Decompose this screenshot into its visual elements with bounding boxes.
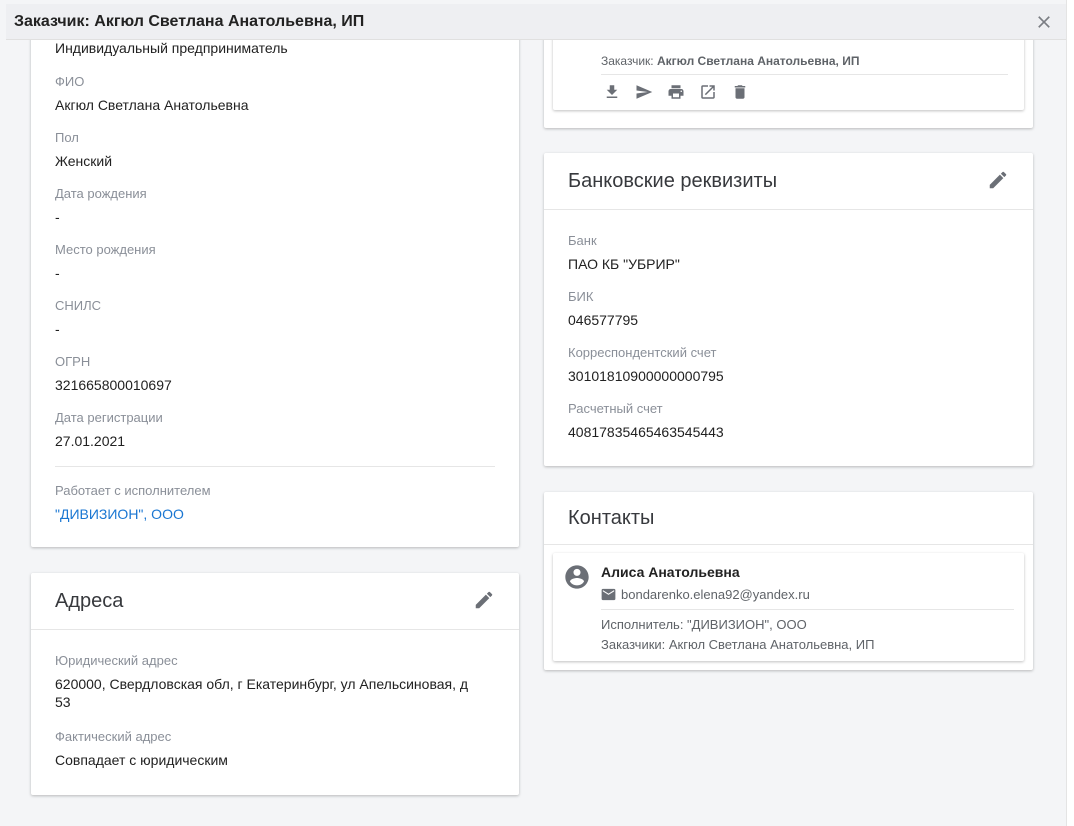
field-label: Дата регистрации	[55, 410, 163, 426]
field-label: СНИЛС	[55, 298, 101, 314]
dialog-title: Заказчик: Акгюл Светлана Анатольевна, ИП	[14, 13, 364, 31]
entity-type-value: Индивидуальный предприниматель	[55, 40, 288, 56]
field-label: Юридический адрес	[55, 653, 468, 669]
field-fio: ФИО Акгюл Светлана Анатольевна	[55, 74, 248, 114]
document-customer-name: Акгюл Светлана Анатольевна, ИП	[657, 54, 859, 68]
edit-bank-details-icon[interactable]	[987, 169, 1009, 191]
field-value: 27.01.2021	[55, 432, 163, 450]
card-header: Банковские реквизиты	[544, 153, 1033, 210]
card-header: Контакты	[544, 492, 1033, 545]
contacts-card: Контакты Алиса Анатольевна bondarenko.el…	[544, 492, 1033, 670]
field-label: ОГРН	[55, 354, 172, 370]
field-value: ПАО КБ "УБРИР"	[568, 255, 680, 273]
field-snils: СНИЛС -	[55, 298, 101, 338]
field-value: 30101810900000000795	[568, 367, 724, 385]
field-ogrn: ОГРН 321665800010697	[55, 354, 172, 394]
field-works-with: Работает с исполнителем "ДИВИЗИОН", ООО	[55, 483, 211, 523]
field-value: -	[55, 208, 147, 226]
document-customer: Заказчик: Акгюл Светлана Анатольевна, ИП	[601, 54, 859, 68]
divider	[601, 74, 1008, 75]
field-value: Акгюл Светлана Анатольевна	[55, 96, 248, 114]
field-birth-place: Место рождения -	[55, 242, 156, 282]
divider	[55, 466, 495, 467]
download-icon[interactable]	[603, 83, 621, 101]
field-label: ФИО	[55, 74, 248, 90]
field-label: Работает с исполнителем	[55, 483, 211, 499]
field-legal-address: Юридический адрес 620000, Свердловская о…	[55, 653, 468, 711]
scrollbar[interactable]	[1066, 0, 1074, 826]
field-value: -	[55, 320, 101, 338]
divider	[601, 609, 1014, 610]
addresses-card: Адреса Юридический адрес 620000, Свердло…	[31, 573, 519, 795]
contact-customers: Заказчики: Акгюл Светлана Анатольевна, И…	[601, 637, 874, 652]
field-value: 620000, Свердловская обл, г Екатеринбург…	[55, 675, 468, 693]
field-registration-date: Дата регистрации 27.01.2021	[55, 410, 163, 450]
dialog-titlebar: Заказчик: Акгюл Светлана Анатольевна, ИП	[6, 4, 1066, 40]
document-customer-label: Заказчик:	[601, 54, 654, 68]
addresses-title: Адреса	[55, 590, 123, 613]
print-icon[interactable]	[667, 83, 685, 101]
field-value: 40817835465463545443	[568, 423, 724, 441]
field-birth-date: Дата рождения -	[55, 186, 147, 226]
account-circle-icon	[563, 563, 591, 591]
field-label: Пол	[55, 130, 112, 146]
delete-icon[interactable]	[731, 83, 749, 101]
field-actual-address: Фактический адрес Совпадает с юридически…	[55, 729, 228, 769]
executor-link[interactable]: "ДИВИЗИОН", ООО	[55, 505, 211, 523]
field-value: 321665800010697	[55, 376, 172, 394]
field-gender: Пол Женский	[55, 130, 112, 170]
field-label: БИК	[568, 289, 638, 305]
email-icon	[601, 588, 616, 601]
individual-info-card: Индивидуальный предприниматель ФИО Акгюл…	[31, 10, 519, 547]
contact-executor: Исполнитель: "ДИВИЗИОН", ООО	[601, 617, 807, 632]
contact-name: Алиса Анатольевна	[601, 564, 740, 580]
edit-addresses-icon[interactable]	[473, 589, 495, 611]
field-settlement-account: Расчетный счет 40817835465463545443	[568, 401, 724, 441]
field-label: Место рождения	[55, 242, 156, 258]
field-value: 046577795	[568, 311, 638, 329]
close-icon[interactable]	[1034, 12, 1054, 32]
field-label: Дата рождения	[55, 186, 147, 202]
field-label: Фактический адрес	[55, 729, 228, 745]
bank-details-card: Банковские реквизиты Банк ПАО КБ "УБРИР"…	[544, 153, 1033, 466]
field-corr-account: Корреспондентский счет 30101810900000000…	[568, 345, 724, 385]
field-value-continued: 53	[55, 693, 468, 711]
field-value: Женский	[55, 152, 112, 170]
bank-details-title: Банковские реквизиты	[568, 170, 777, 193]
field-label: Расчетный счет	[568, 401, 724, 417]
contact-email[interactable]: bondarenko.elena92@yandex.ru	[621, 587, 810, 602]
field-value: -	[55, 264, 156, 282]
field-label: Корреспондентский счет	[568, 345, 724, 361]
customer-dialog: Индивидуальный предприниматель ФИО Акгюл…	[0, 0, 1066, 826]
contact-item[interactable]: Алиса Анатольевна bondarenko.elena92@yan…	[553, 553, 1024, 661]
field-value: Совпадает с юридическим	[55, 751, 228, 769]
field-label: Банк	[568, 233, 680, 249]
contacts-title: Контакты	[568, 507, 654, 530]
send-icon[interactable]	[635, 83, 653, 101]
open-external-icon[interactable]	[699, 83, 717, 101]
field-bik: БИК 046577795	[568, 289, 638, 329]
card-header: Адреса	[31, 573, 519, 630]
field-bank: Банк ПАО КБ "УБРИР"	[568, 233, 680, 273]
